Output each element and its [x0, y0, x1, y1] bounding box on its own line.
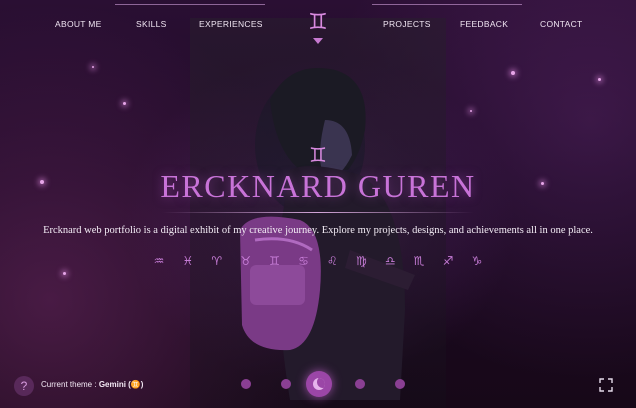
- star: [470, 110, 472, 112]
- star: [598, 78, 601, 81]
- libra-icon[interactable]: ♎: [381, 253, 399, 269]
- logo-indicator: [313, 38, 323, 44]
- logo[interactable]: ♊: [305, 10, 331, 44]
- moon-icon: [313, 378, 325, 390]
- sagittarius-icon[interactable]: ♐: [439, 253, 457, 269]
- pisces-icon[interactable]: ♓: [179, 253, 197, 269]
- aries-icon[interactable]: ♈: [208, 253, 226, 269]
- gemini-icon: ♊: [308, 10, 328, 35]
- nav-link-about-me[interactable]: ABOUT ME: [55, 19, 102, 29]
- star: [123, 102, 126, 105]
- nav-link-contact[interactable]: CONTACT: [540, 19, 583, 29]
- star: [63, 272, 66, 275]
- question-icon: ?: [20, 379, 28, 393]
- aquarius-icon[interactable]: ♒: [150, 253, 168, 269]
- nav-link-projects[interactable]: PROJECTS: [383, 19, 431, 29]
- hero-divider: [162, 212, 474, 213]
- nav-divider-right: [372, 4, 522, 5]
- star: [511, 71, 515, 75]
- carousel-dot[interactable]: [281, 379, 291, 389]
- zodiac-selector: ♒ ♓ ♈ ♉ ♊ ♋ ♌ ♍ ♎ ♏ ♐ ♑: [150, 253, 486, 269]
- scorpio-icon[interactable]: ♏: [410, 253, 428, 269]
- star: [92, 66, 94, 68]
- capricorn-icon[interactable]: ♑: [468, 253, 486, 269]
- virgo-icon[interactable]: ♍: [352, 253, 370, 269]
- carousel-dot[interactable]: [395, 379, 405, 389]
- carousel-dot[interactable]: [241, 379, 251, 389]
- nav-link-feedback[interactable]: FEEDBACK: [460, 19, 508, 29]
- nav-link-experiences[interactable]: EXPERIENCES: [199, 19, 263, 29]
- taurus-icon[interactable]: ♉: [237, 253, 255, 269]
- current-theme: Current theme : Gemini (♊): [41, 380, 143, 389]
- hero-title: ERCKNARD GUREN: [160, 168, 476, 204]
- theme-carousel: [236, 371, 408, 397]
- carousel-dot-active[interactable]: [306, 371, 332, 397]
- current-theme-label: Current theme :: [41, 380, 97, 389]
- gemini-icon: ♊: [309, 143, 327, 167]
- fullscreen-icon[interactable]: [599, 378, 613, 392]
- hero-description: Ercknard web portfolio is a digital exhi…: [43, 225, 593, 236]
- nav-link-skills[interactable]: SKILLS: [136, 19, 167, 29]
- leo-icon[interactable]: ♌: [323, 253, 341, 269]
- current-theme-value: Gemini (♊): [98, 380, 144, 389]
- cancer-icon[interactable]: ♋: [295, 253, 313, 269]
- top-navigation: ABOUT ME SKILLS EXPERIENCES ♊ PROJECTS F…: [0, 0, 636, 46]
- gemini-icon[interactable]: ♊: [266, 253, 284, 269]
- carousel-dot[interactable]: [355, 379, 365, 389]
- nav-divider-left: [115, 4, 265, 5]
- help-button[interactable]: ?: [14, 376, 34, 396]
